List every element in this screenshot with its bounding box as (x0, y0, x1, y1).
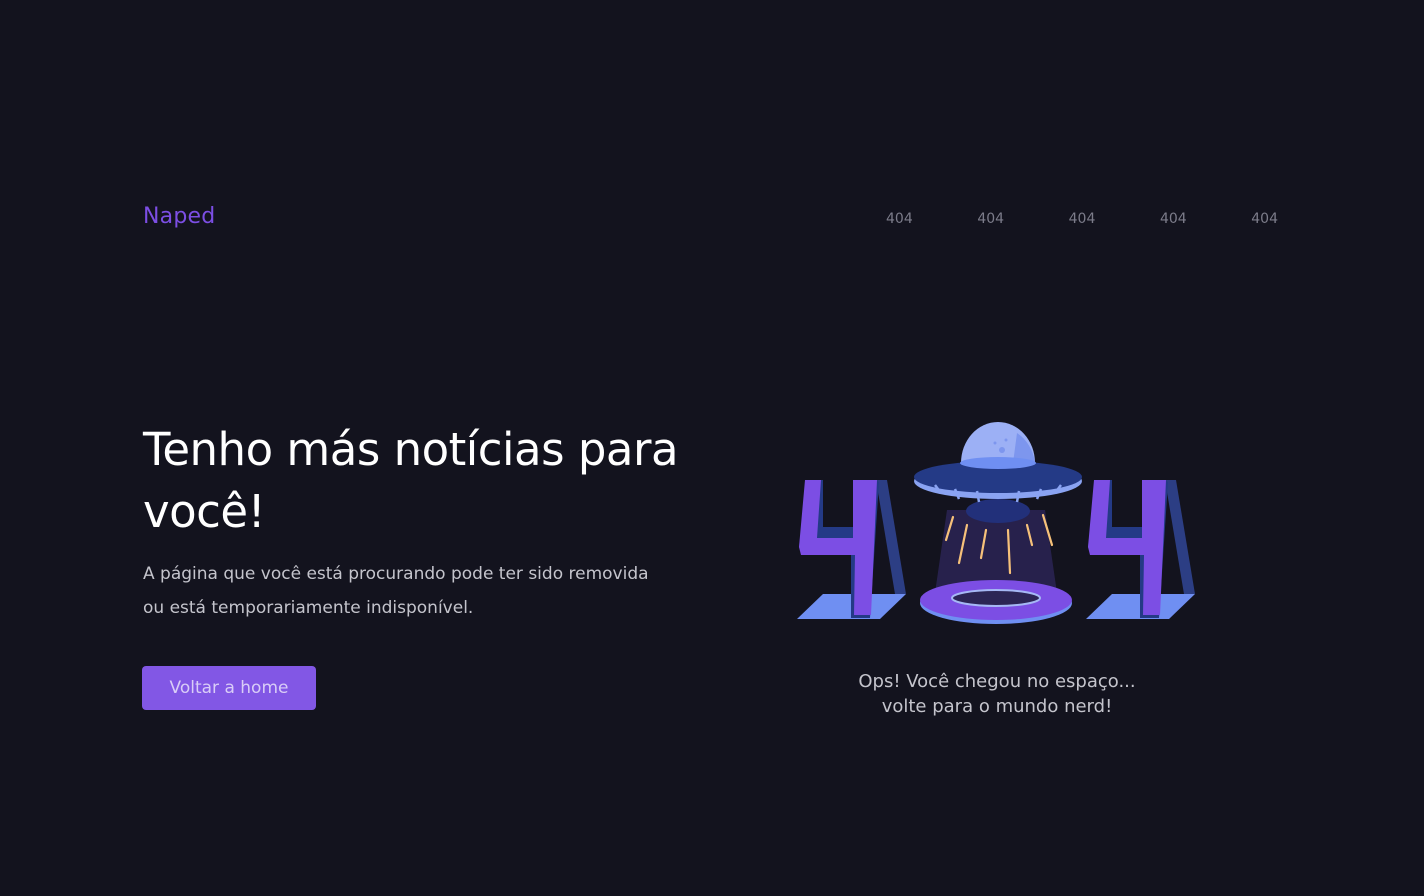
description-line-2: ou está temporariamente indisponível. (143, 598, 474, 618)
nav-link-4[interactable]: 404 (1144, 211, 1203, 227)
back-home-button[interactable]: Voltar a home (142, 666, 316, 710)
ufo-bottom (966, 499, 1030, 523)
nav-link-3[interactable]: 404 (1053, 211, 1112, 227)
caption-line-2: volte para o mundo nerd! (881, 696, 1113, 717)
page-title: Tenho más notícias para você! (143, 419, 743, 543)
right-four-digit (1086, 480, 1195, 619)
page-title-line-1: Tenho más notícias para (143, 423, 679, 476)
zero-ring (920, 580, 1072, 624)
ufo (914, 422, 1082, 523)
top-nav: 404 404 404 404 404 (870, 211, 1294, 227)
left-four-shadow (876, 480, 906, 594)
caption-line-1: Ops! Você chegou no espaço... (858, 671, 1136, 692)
page-description: A página que você está procurando pode t… (143, 557, 723, 625)
ufo-404-illustration (797, 422, 1195, 624)
logo[interactable]: Naped (143, 204, 215, 229)
nav-link-2[interactable]: 404 (961, 211, 1020, 227)
nav-link-1[interactable]: 404 (870, 211, 929, 227)
ufo-dome-base (960, 457, 1036, 469)
left-four-digit (797, 480, 906, 619)
illustration-caption: Ops! Você chegou no espaço... volte para… (797, 669, 1197, 719)
right-four-shadow (1165, 480, 1195, 594)
description-line-1: A página que você está procurando pode t… (143, 564, 649, 584)
nav-link-5[interactable]: 404 (1235, 211, 1294, 227)
page-title-line-2: você! (143, 485, 266, 538)
